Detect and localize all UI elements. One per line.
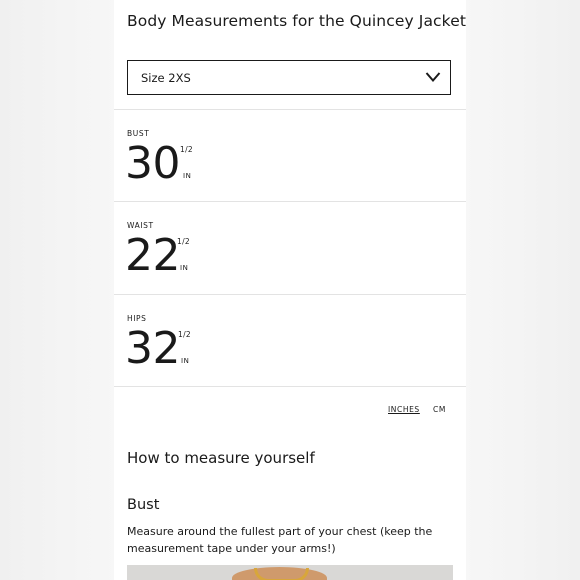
divider <box>114 201 466 202</box>
measurements-panel: Body Measurements for the Quincey Jacket… <box>114 0 466 580</box>
measurement-hips: HIPS 32 1/2 IN <box>125 314 447 394</box>
unit-toggle-cm[interactable]: CM <box>433 405 446 414</box>
measurement-fraction: 1/2 <box>180 145 193 154</box>
measurement-fraction: 1/2 <box>178 330 191 339</box>
size-select[interactable]: Size 2XS <box>127 60 451 95</box>
measurement-bust: BUST 30 1/2 IN <box>125 129 447 209</box>
measurement-label: WAIST <box>127 221 154 230</box>
measurement-waist: WAIST 22 1/2 IN <box>125 221 447 301</box>
divider <box>114 109 466 110</box>
chevron-down-icon <box>425 72 441 83</box>
measurement-value: 30 <box>125 138 181 189</box>
unit-toggle-inches[interactable]: INCHES <box>388 405 420 414</box>
measurement-label: HIPS <box>127 314 147 323</box>
measurement-value: 22 <box>125 230 181 281</box>
measurement-unit: IN <box>183 172 192 180</box>
divider <box>114 294 466 295</box>
measurement-fraction: 1/2 <box>177 237 190 246</box>
howto-heading: How to measure yourself <box>127 449 315 467</box>
size-select-value: Size 2XS <box>141 71 191 85</box>
measurement-photo <box>127 565 453 580</box>
measurement-unit: IN <box>181 357 190 365</box>
measurement-value: 32 <box>125 323 181 374</box>
measurement-unit: IN <box>180 264 189 272</box>
measurement-label: BUST <box>127 129 150 138</box>
divider <box>114 386 466 387</box>
bust-description: Measure around the fullest part of your … <box>127 525 433 555</box>
photo-necklace <box>254 568 309 580</box>
bust-heading: Bust <box>127 497 160 513</box>
page-title: Body Measurements for the Quincey Jacket <box>127 12 466 30</box>
